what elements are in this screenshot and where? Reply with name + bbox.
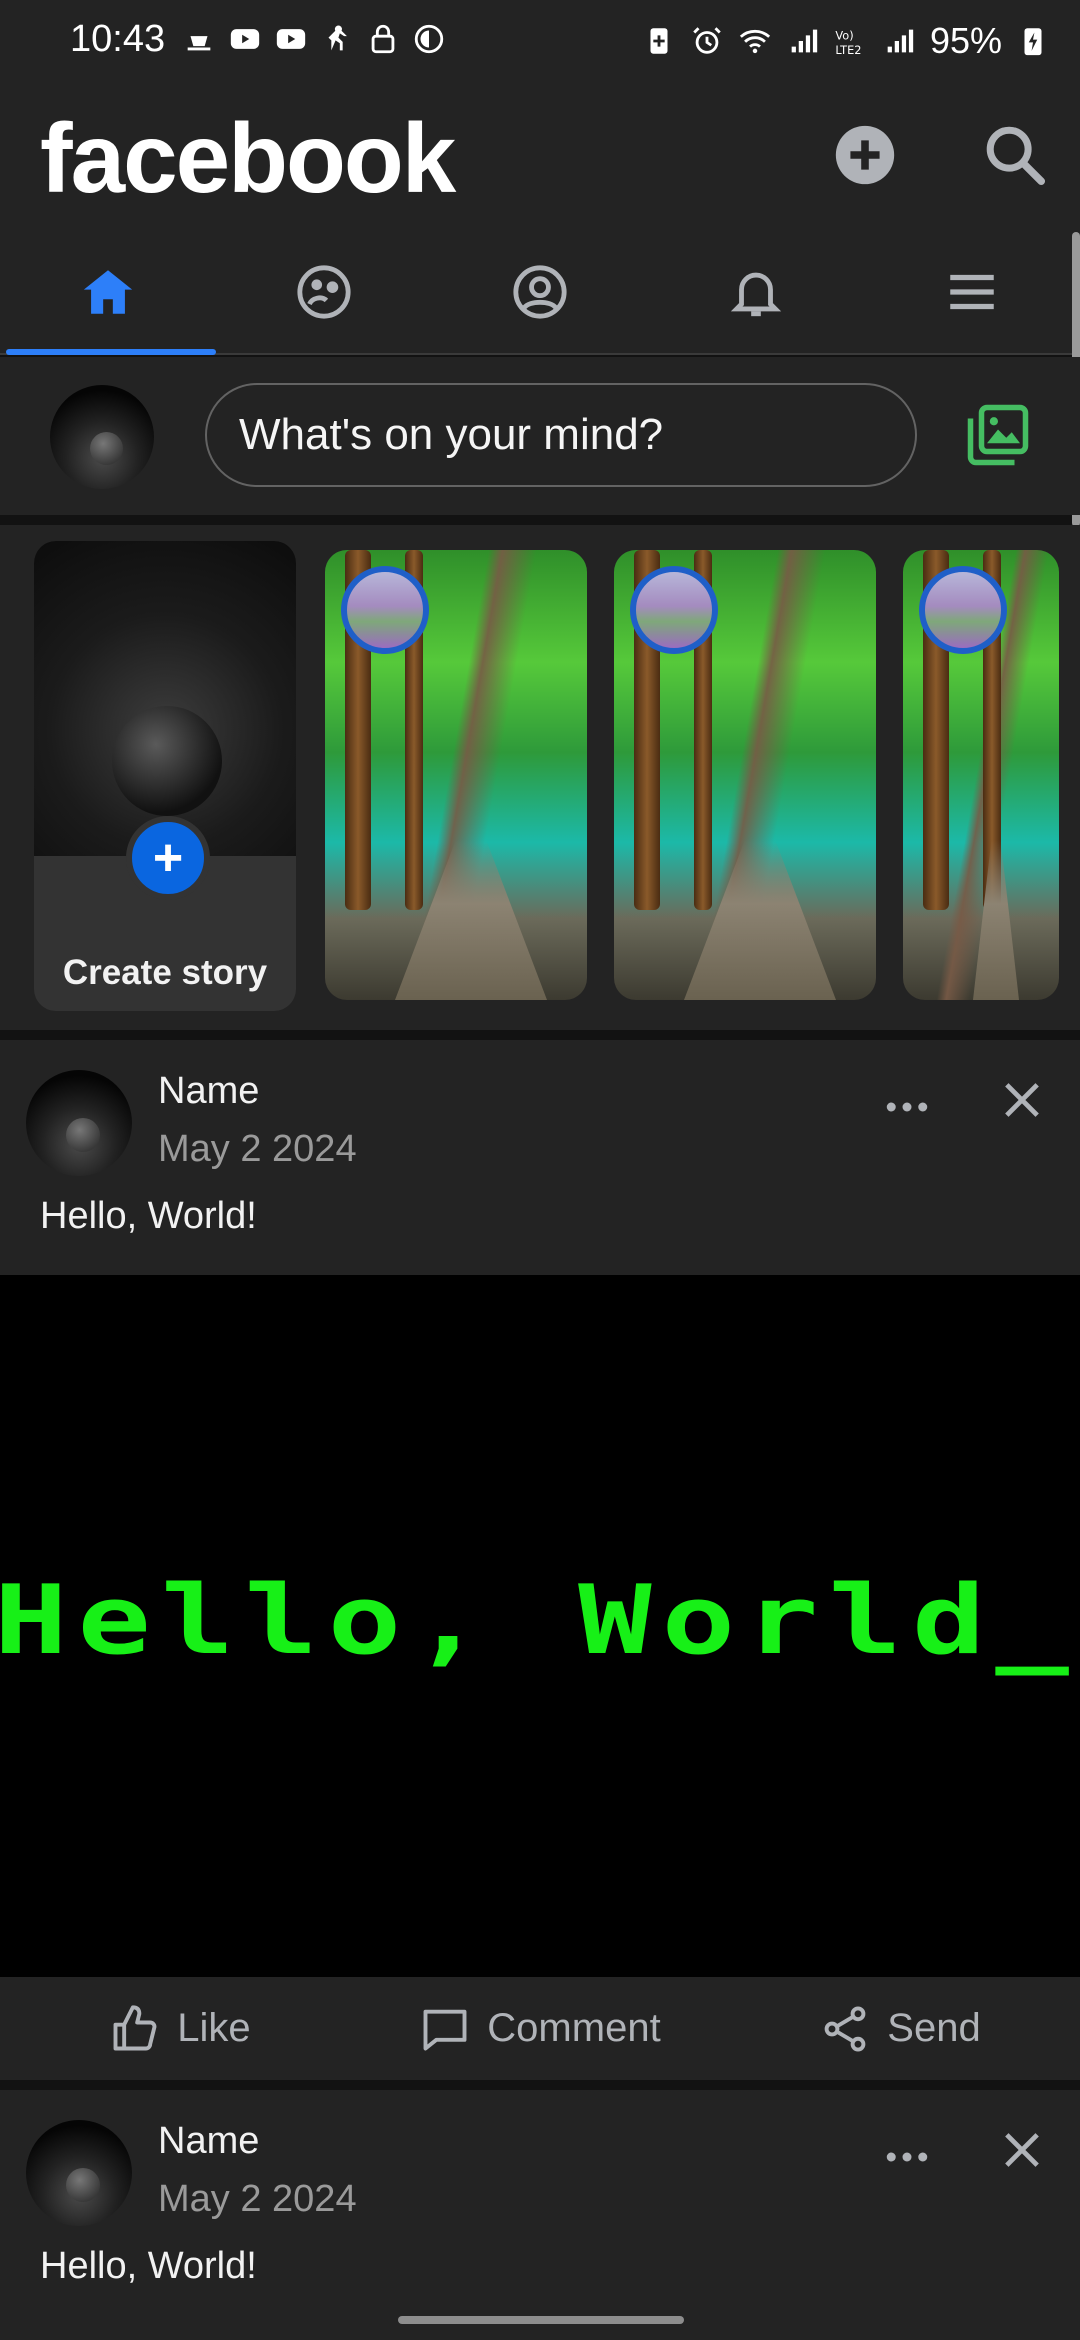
composer-placeholder: What's on your mind? (239, 410, 664, 459)
tab-profile[interactable] (432, 230, 648, 353)
search-icon[interactable] (980, 120, 1050, 190)
signal-icon (791, 29, 818, 53)
post-image-text: Hello, World_ (0, 1565, 1079, 1676)
post-text: Hello, World! (40, 1195, 257, 1237)
create-story-label: Create story (62, 953, 268, 992)
author-avatar[interactable] (26, 1070, 132, 1176)
system-icons: Vo) LTE2 95% (642, 20, 1050, 62)
signal-icon (887, 29, 914, 53)
lock-icon (371, 24, 395, 54)
send-button[interactable]: Send (720, 1977, 1080, 2080)
youtube-icon (276, 29, 306, 49)
tab-groups[interactable] (216, 230, 432, 353)
status-time: 10:43 (70, 18, 166, 60)
story-card[interactable] (325, 550, 587, 1000)
like-label: Like (177, 2006, 251, 2050)
groups-icon (297, 264, 351, 319)
tab-menu[interactable] (864, 230, 1080, 353)
post-date: May 2 2024 (158, 2178, 357, 2220)
feed-post: Name May 2 2024 Hello, World! (0, 1040, 1080, 1275)
vpn-icon (414, 24, 444, 54)
fitness-icon (328, 25, 347, 51)
create-story-image (34, 541, 296, 856)
post-composer: What's on your mind? (0, 357, 1080, 515)
comment-icon (423, 2009, 467, 2050)
tab-bar (0, 230, 1080, 355)
app-header: facebook (0, 80, 1080, 230)
close-icon[interactable] (996, 2124, 1048, 2176)
more-options-icon[interactable] (880, 1080, 934, 1134)
profile-icon (513, 264, 567, 319)
user-avatar[interactable] (50, 385, 154, 489)
like-button[interactable]: Like (0, 1977, 360, 2080)
status-bar: 10:43 Vo) LTE2 95% (0, 0, 1080, 80)
svg-text:Vo): Vo) (835, 29, 853, 43)
notification-icons (182, 22, 446, 56)
volte-signal-icon: Vo)LTE2 (835, 29, 861, 57)
author-name[interactable]: Name (158, 1070, 259, 1113)
story-avatar (919, 566, 1007, 654)
facebook-logo: facebook (40, 103, 456, 213)
youtube-icon (230, 29, 260, 49)
home-indicator[interactable] (398, 2316, 684, 2324)
more-options-icon[interactable] (880, 2130, 934, 2184)
svg-text:LTE2: LTE2 (835, 43, 861, 57)
battery-charging-icon (1024, 28, 1042, 56)
comment-button[interactable]: Comment (360, 1977, 720, 2080)
thumbs-up-icon (113, 2004, 157, 2050)
home-icon (83, 269, 133, 314)
send-label: Send (887, 2006, 981, 2050)
bell-icon (730, 272, 782, 316)
add-story-icon[interactable]: + (126, 816, 210, 900)
story-card[interactable] (614, 550, 876, 1000)
hamburger-menu-icon (950, 274, 994, 309)
post-text: Hello, World! (40, 2245, 257, 2287)
battery-percent: 95% (929, 20, 1002, 61)
stories-tray: + Create story (0, 525, 1080, 1030)
create-story-card[interactable]: + Create story (34, 541, 296, 1011)
alarm-icon (693, 27, 721, 54)
comment-label: Comment (487, 2006, 661, 2050)
whats-on-your-mind-input[interactable]: What's on your mind? (205, 383, 917, 487)
close-icon[interactable] (996, 1074, 1048, 1126)
post-image[interactable]: Hello, World_ (0, 1275, 1080, 1977)
create-icon[interactable] (830, 120, 900, 190)
story-avatar (341, 566, 429, 654)
battery-saver-icon (650, 28, 668, 54)
author-name[interactable]: Name (158, 2120, 259, 2163)
tab-notifications[interactable] (648, 230, 864, 353)
share-icon (824, 2005, 866, 2052)
photo-gallery-icon[interactable] (965, 402, 1031, 468)
story-card[interactable] (903, 550, 1059, 1000)
wifi-icon (739, 29, 771, 54)
feed-post: Name May 2 2024 Hello, World! (0, 2090, 1080, 2340)
tab-home[interactable] (0, 230, 216, 355)
post-actions: Like Comment Send (0, 1977, 1080, 2080)
story-avatar (630, 566, 718, 654)
app-notification-icon (187, 36, 211, 51)
post-date: May 2 2024 (158, 1128, 357, 1170)
author-avatar[interactable] (26, 2120, 132, 2226)
